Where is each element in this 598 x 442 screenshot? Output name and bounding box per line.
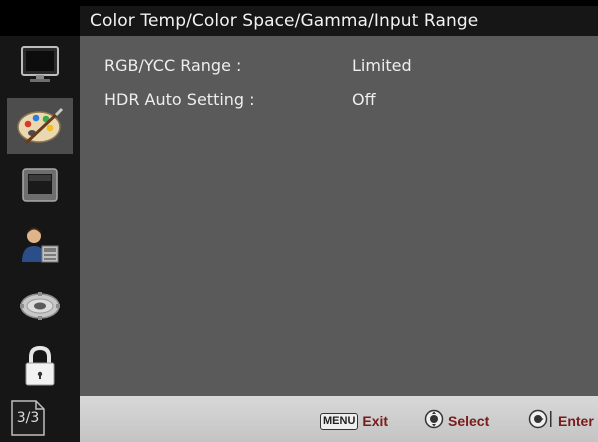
enter-label: Enter [558, 413, 594, 429]
select-label: Select [448, 413, 490, 429]
footer-hints: MENU Exit Select Enter [80, 396, 598, 442]
sidebar-item-picture[interactable] [7, 158, 73, 214]
sidebar-item-setup[interactable] [7, 278, 73, 334]
setting-value[interactable]: Off [352, 88, 376, 112]
menu-key-icon: MENU [320, 412, 359, 430]
sidebar-item-monitor[interactable] [7, 36, 73, 92]
setting-label: RGB/YCC Range : [104, 56, 242, 75]
joystick-select-icon [424, 409, 444, 433]
picture-frame-icon [20, 166, 60, 206]
exit-hint[interactable]: MENU Exit [320, 410, 388, 432]
sidebar [0, 36, 80, 442]
osd-menu: Color Temp/Color Space/Gamma/Input Range [0, 0, 598, 442]
monitor-icon [18, 44, 62, 84]
palette-icon [16, 105, 64, 147]
select-hint[interactable]: Select [424, 409, 490, 433]
setting-value[interactable]: Limited [352, 54, 412, 78]
settings-panel: RGB/YCC Range : Limited HDR Auto Setting… [80, 36, 598, 396]
joystick-enter-icon [528, 409, 554, 433]
gear-icon [18, 286, 62, 326]
sidebar-item-user[interactable] [7, 218, 73, 274]
exit-label: Exit [362, 413, 389, 429]
setting-label: HDR Auto Setting : [104, 90, 255, 109]
page-indicator: 3/3 [8, 398, 48, 438]
enter-hint[interactable]: Enter [528, 409, 594, 433]
sidebar-item-color[interactable] [7, 98, 73, 154]
lock-icon [20, 344, 60, 388]
sidebar-item-lock[interactable] [7, 338, 73, 394]
page-title: Color Temp/Color Space/Gamma/Input Range [80, 6, 598, 36]
page-number: 3/3 [16, 410, 40, 426]
user-settings-icon [18, 224, 62, 268]
